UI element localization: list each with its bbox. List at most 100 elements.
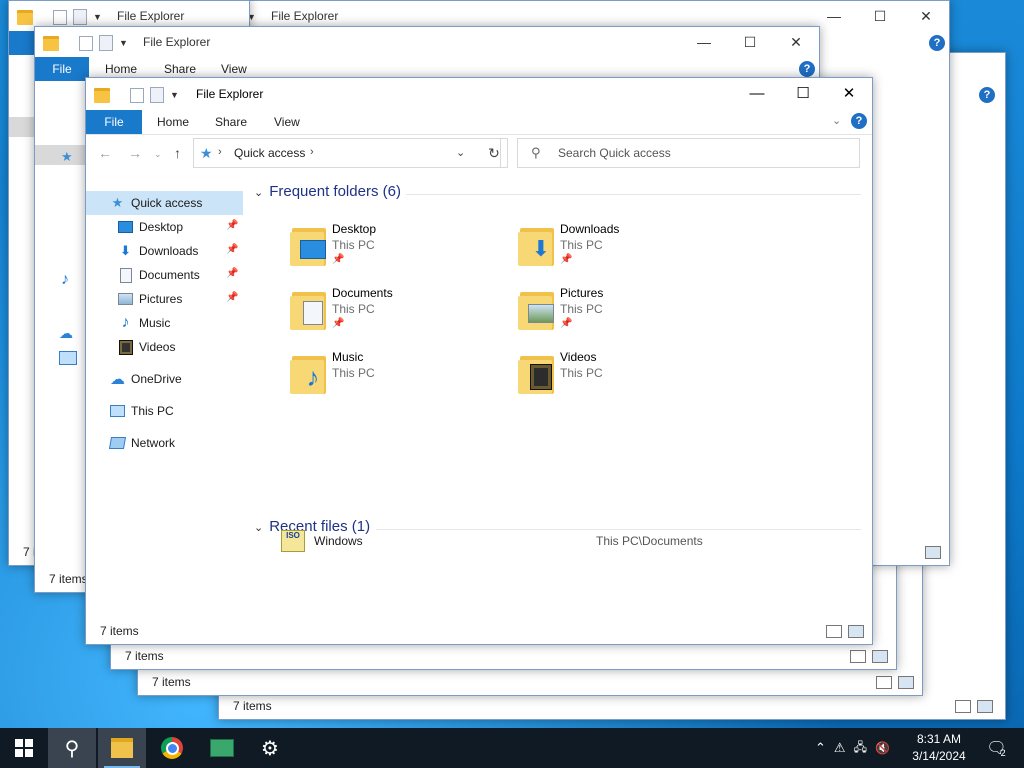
start-button[interactable] <box>0 728 48 768</box>
frequent-folders-header[interactable]: ⌄ Frequent folders (6) <box>254 183 401 200</box>
minimize-button[interactable]: — <box>734 78 780 110</box>
details-view-icon[interactable] <box>826 625 842 638</box>
pin-icon[interactable]: 📌 <box>226 220 238 231</box>
forward-arrow-icon[interactable]: → <box>128 145 142 161</box>
file-explorer-window[interactable]: ▼ File Explorer — ☐ ✕ File Home Share Vi… <box>85 77 873 645</box>
properties-icon[interactable] <box>130 87 144 103</box>
sidebar-item-documents[interactable]: Documents 📌 <box>86 263 243 287</box>
sidebar-item-label: This PC <box>131 404 174 418</box>
settings-taskbar-button[interactable]: ⚙ <box>246 728 294 768</box>
file-path: This PC\Documents <box>596 534 703 548</box>
back-arrow-icon[interactable]: ← <box>98 145 112 161</box>
sidebar-item-quick-access[interactable]: ★ Quick access <box>86 191 243 215</box>
folder-tile-pictures[interactable]: Pictures This PC 📌 <box>514 284 734 344</box>
sidebar-item-onedrive[interactable]: ☁ OneDrive <box>86 367 243 391</box>
file-tab[interactable]: File <box>86 110 142 134</box>
folder-tile-music[interactable]: ♪ Music This PC <box>286 348 506 408</box>
folder-tile-downloads[interactable]: ⬇ Downloads This PC 📌 <box>514 220 734 280</box>
collapse-chevron-icon[interactable]: ⌄ <box>254 187 263 199</box>
help-icon[interactable]: ? <box>979 87 995 103</box>
network-icon[interactable]: 🖧 <box>854 738 867 759</box>
pin-icon[interactable]: 📌 <box>226 292 238 303</box>
large-icons-view-icon[interactable] <box>898 676 914 689</box>
maximize-button[interactable]: ☐ <box>857 1 903 31</box>
videos-icon <box>118 339 133 355</box>
sidebar-item-label: Music <box>139 316 171 330</box>
sidebar-item-network[interactable]: Network <box>86 431 243 455</box>
sidebar-item-downloads[interactable]: ⬇ Downloads 📌 <box>86 239 243 263</box>
sidebar-item-music[interactable]: ♪ Music <box>86 311 243 335</box>
notification-center-button[interactable]: 🗨 2 <box>982 728 1010 768</box>
large-icons-view-icon[interactable] <box>977 700 993 713</box>
tab-view[interactable]: View <box>274 115 300 129</box>
tab-view[interactable]: View <box>221 62 247 76</box>
nav-selection <box>35 145 85 165</box>
search-placeholder: Search Quick access <box>558 146 671 160</box>
maximize-button[interactable]: ☐ <box>780 78 826 110</box>
new-folder-icon[interactable] <box>99 35 113 51</box>
security-alert-icon[interactable]: ⚠ <box>834 740 846 756</box>
help-icon[interactable]: ? <box>929 35 945 51</box>
sidebar-item-videos[interactable]: Videos <box>86 335 243 359</box>
details-view-icon[interactable] <box>876 676 892 689</box>
sidebar-item-pictures[interactable]: Pictures 📌 <box>86 287 243 311</box>
details-view-icon[interactable] <box>850 650 866 663</box>
chrome-taskbar-button[interactable] <box>148 728 196 768</box>
tab-share[interactable]: Share <box>164 62 196 76</box>
file-tab[interactable]: File <box>35 57 89 81</box>
volume-muted-icon[interactable]: 🔇 <box>875 741 890 755</box>
customize-dropdown-icon[interactable]: ▼ <box>93 12 102 22</box>
close-button[interactable]: ✕ <box>773 27 819 57</box>
status-item-count: 7 items <box>100 624 139 638</box>
properties-icon[interactable] <box>53 9 67 25</box>
address-dropdown-chevron-icon[interactable]: ⌄ <box>456 146 465 159</box>
sidebar-item-desktop[interactable]: Desktop 📌 <box>86 215 243 239</box>
onedrive-cloud-icon: ☁ <box>59 325 73 341</box>
help-icon[interactable]: ? <box>851 113 867 129</box>
search-button[interactable]: ⚲ <box>48 728 96 768</box>
tab-share[interactable]: Share <box>215 115 247 129</box>
close-button[interactable]: ✕ <box>903 1 949 31</box>
folder-tile-desktop[interactable]: Desktop This PC 📌 <box>286 220 506 280</box>
sidebar-item-this-pc[interactable]: This PC <box>86 399 243 423</box>
taskbar: ⚲ ⚙ ⌃ ⚠ 🖧 🔇 8:31 AM 3/14/2024 🗨 2 <box>0 728 1024 768</box>
recent-file-row[interactable]: ISO Windows This PC\Documents <box>276 530 836 554</box>
large-icons-view-icon[interactable] <box>848 625 864 638</box>
customize-dropdown-icon[interactable]: ▼ <box>119 38 128 48</box>
large-icons-view-icon[interactable] <box>872 650 888 663</box>
file-explorer-taskbar-button[interactable] <box>98 728 146 768</box>
collapse-chevron-icon[interactable]: ⌄ <box>254 522 263 534</box>
recent-locations-chevron-icon[interactable]: ⌄ <box>154 149 162 160</box>
customize-dropdown-icon[interactable]: ▼ <box>170 90 179 100</box>
pin-icon: 📌 <box>560 254 573 265</box>
new-folder-icon[interactable] <box>73 9 87 25</box>
folder-tile-videos[interactable]: Videos This PC <box>514 348 734 408</box>
breadcrumb-quick-access[interactable]: Quick access <box>234 146 305 160</box>
music-icon: ♪ <box>61 271 69 288</box>
help-icon[interactable]: ? <box>799 61 815 77</box>
maximize-button[interactable]: ☐ <box>727 27 773 57</box>
details-view-icon[interactable] <box>955 700 971 713</box>
chevron-up-icon[interactable]: ⌃ <box>815 740 826 756</box>
close-button[interactable]: ✕ <box>826 78 872 110</box>
breadcrumb-chevron-icon[interactable]: › <box>218 146 222 158</box>
expand-ribbon-chevron-icon[interactable]: ⌄ <box>832 114 841 127</box>
breadcrumb-chevron-icon[interactable]: › <box>310 146 314 158</box>
up-arrow-icon[interactable]: ↑ <box>174 145 181 161</box>
app-taskbar-button[interactable] <box>198 728 246 768</box>
refresh-button[interactable]: ↻ <box>481 138 508 168</box>
properties-icon[interactable] <box>79 35 93 51</box>
tab-home[interactable]: Home <box>105 62 137 76</box>
clock[interactable]: 8:31 AM 3/14/2024 <box>904 731 974 765</box>
address-bar[interactable]: ★ › Quick access › ⌄ <box>193 138 501 168</box>
search-input[interactable]: ⚲ Search Quick access <box>517 138 860 168</box>
tab-home[interactable]: Home <box>157 115 189 129</box>
sidebar-item-label: Videos <box>139 340 176 354</box>
large-icons-view-icon[interactable] <box>925 546 941 559</box>
pin-icon[interactable]: 📌 <box>226 244 238 255</box>
pin-icon[interactable]: 📌 <box>226 268 238 279</box>
pin-icon: 📌 <box>332 318 345 329</box>
folder-tile-documents[interactable]: Documents This PC 📌 <box>286 284 506 344</box>
minimize-button[interactable]: — <box>681 27 727 57</box>
new-folder-icon[interactable] <box>150 87 164 103</box>
